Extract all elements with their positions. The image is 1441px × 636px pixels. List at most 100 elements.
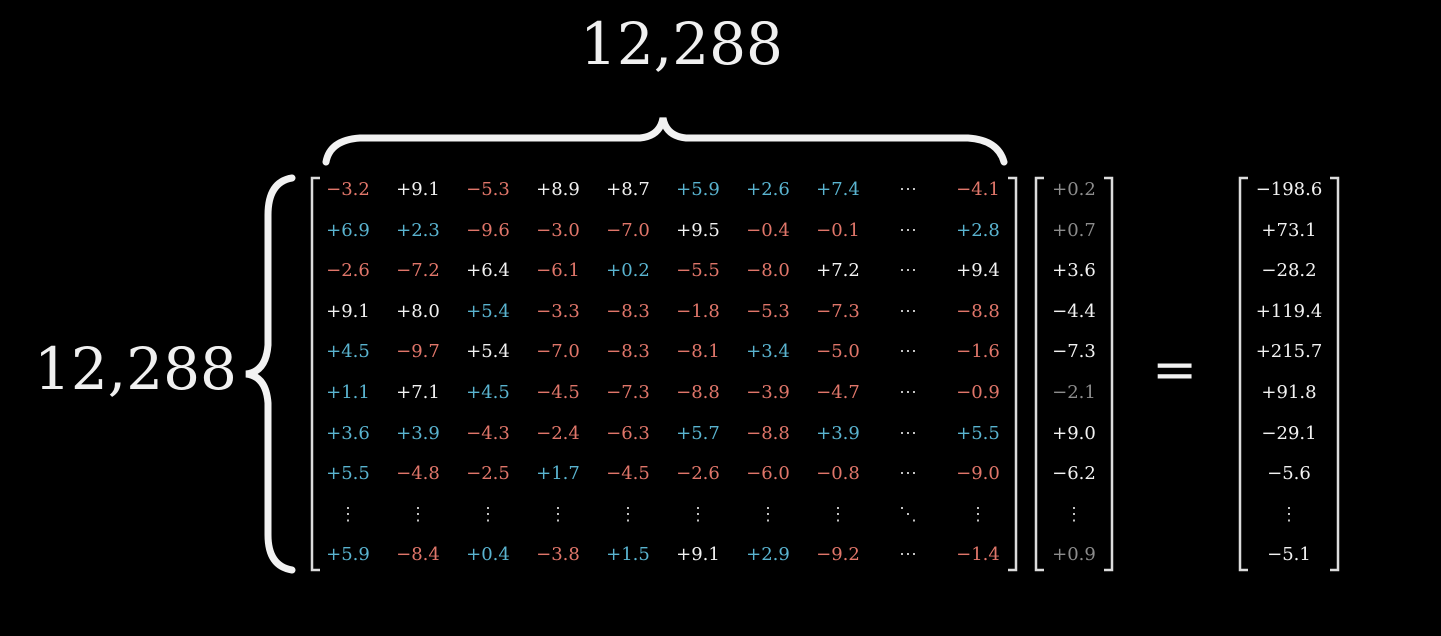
matrix-cell: +9.4 <box>956 260 1000 282</box>
matrix-cell: +2.6 <box>746 179 790 200</box>
matrix-cell: −0.8 <box>816 463 860 485</box>
vector-cell: +9.0 <box>1052 422 1096 444</box>
matrix-cell: +4.5 <box>466 382 510 403</box>
matrix-cell: +3.9 <box>816 422 860 444</box>
vector-cell: −7.3 <box>1052 341 1096 363</box>
matrix-cell: −9.6 <box>466 219 510 241</box>
matrix-cell: ⋯ <box>899 219 917 241</box>
vector-cell: ⋮ <box>1065 503 1083 525</box>
matrix-cell: ⋯ <box>899 463 917 485</box>
matrix-cell: −9.7 <box>396 341 440 363</box>
matrix-cell: ⋯ <box>899 544 917 566</box>
result-cell: −28.2 <box>1261 260 1317 282</box>
matrix-cell: +5.9 <box>326 544 370 566</box>
matrix-cell: +0.2 <box>606 260 650 282</box>
matrix-cell: −6.3 <box>606 422 650 444</box>
matrix-cell: −2.6 <box>326 260 370 282</box>
matrix-cell: −0.1 <box>816 219 860 241</box>
matrix-cell: −3.3 <box>536 300 580 322</box>
matrix-cell: −6.0 <box>746 463 790 485</box>
vector-cell: +0.7 <box>1052 219 1096 241</box>
matrix-cell: −8.3 <box>606 341 650 363</box>
matrix-cell: ⋮ <box>479 503 497 525</box>
matrix-cell: +1.5 <box>606 544 650 566</box>
matrix-cell: −2.5 <box>466 463 510 485</box>
matrix-cell: ⋮ <box>759 503 777 525</box>
matrix-cell: −5.5 <box>676 260 720 282</box>
matrix-cell: −3.9 <box>746 382 790 403</box>
matrix-cell: −9.2 <box>816 544 860 566</box>
matrix-cell: +5.4 <box>466 341 510 363</box>
matrix-cell: +5.5 <box>956 422 1000 444</box>
matrix-cell: −8.8 <box>746 422 790 444</box>
matrix-cell: −3.2 <box>326 179 370 200</box>
matrix-cell: ⋯ <box>899 341 917 363</box>
matrix-cell: +3.6 <box>326 422 370 444</box>
matrix-cell: ⋮ <box>339 503 357 525</box>
result-cell: +215.7 <box>1255 341 1323 363</box>
matrix-cell: ⋮ <box>689 503 707 525</box>
matrix-cell: +5.7 <box>676 422 720 444</box>
matrix-cell: −8.8 <box>676 382 720 403</box>
matrix-cell: +2.9 <box>746 544 790 566</box>
vector-cell: −2.1 <box>1052 382 1096 403</box>
matrix-cell: −8.1 <box>676 341 720 363</box>
matrix-cell: −2.6 <box>676 463 720 485</box>
matrix-cell: −1.8 <box>676 300 720 322</box>
matrix-cell: +6.4 <box>466 260 510 282</box>
matrix-cell: −7.0 <box>536 341 580 363</box>
matrix-cell: −4.1 <box>956 179 1000 200</box>
matrix-cell: +7.2 <box>816 260 860 282</box>
matrix-cell: −7.0 <box>606 219 650 241</box>
matrix-cell: ⋱ <box>899 503 917 525</box>
result-cell: −29.1 <box>1261 422 1317 444</box>
matrix-cell: +5.9 <box>676 179 720 200</box>
matrix-cell: −0.9 <box>956 382 1000 403</box>
matrix-cell: +9.1 <box>396 179 440 200</box>
matrix-cell: ⋯ <box>899 179 917 200</box>
matrix-cell: −8.0 <box>746 260 790 282</box>
matrix-cell: −7.3 <box>606 382 650 403</box>
matrix-cell: ⋯ <box>899 382 917 403</box>
matrix-cell: +5.4 <box>466 300 510 322</box>
matrix-cell: ⋯ <box>899 300 917 322</box>
matrix-cell: +3.4 <box>746 341 790 363</box>
matrix-cell: −9.0 <box>956 463 1000 485</box>
matrix-cell: +1.7 <box>536 463 580 485</box>
matrix-cell: ⋮ <box>409 503 427 525</box>
matrix-cell: +9.5 <box>676 219 720 241</box>
matrix-cell: ⋯ <box>899 260 917 282</box>
matrix-cell: +7.1 <box>396 382 440 403</box>
matrix-cell: −5.3 <box>466 179 510 200</box>
matrix-cell: ⋮ <box>829 503 847 525</box>
matrix-cell: −1.6 <box>956 341 1000 363</box>
matrix-cell: +4.5 <box>326 341 370 363</box>
result-cell: −5.6 <box>1267 463 1311 485</box>
matrix-cell: +2.8 <box>956 219 1000 241</box>
matrix-cell: +9.1 <box>676 544 720 566</box>
matrix-cell: +2.3 <box>396 219 440 241</box>
result-cell: +119.4 <box>1255 300 1323 322</box>
matrix-cell: −6.1 <box>536 260 580 282</box>
matrix-cell: −1.4 <box>956 544 1000 566</box>
matrix-cell: ⋯ <box>899 422 917 444</box>
vector-cell: −4.4 <box>1052 300 1096 322</box>
matrix-cell: −4.3 <box>466 422 510 444</box>
matrix-cell: −2.4 <box>536 422 580 444</box>
matrix-cell: −5.3 <box>746 300 790 322</box>
vector-cell: −6.2 <box>1052 463 1096 485</box>
matrix-cell: +6.9 <box>326 219 370 241</box>
vector-cell: +0.2 <box>1052 179 1096 200</box>
result-cell: +91.8 <box>1261 382 1317 403</box>
equals-sign: = <box>1152 338 1198 401</box>
matrix-cell: ⋮ <box>549 503 567 525</box>
matrix-cell: ⋮ <box>619 503 637 525</box>
result-cell: ⋮ <box>1280 503 1298 525</box>
matrix-cell: −7.2 <box>396 260 440 282</box>
vector-cell: +3.6 <box>1052 260 1096 282</box>
result-cell: +73.1 <box>1261 219 1317 241</box>
vector-cell: +0.9 <box>1052 544 1096 566</box>
matrix-cell: +8.0 <box>396 300 440 322</box>
matrix-cell: ⋮ <box>969 503 987 525</box>
matrix-cell: +3.9 <box>396 422 440 444</box>
